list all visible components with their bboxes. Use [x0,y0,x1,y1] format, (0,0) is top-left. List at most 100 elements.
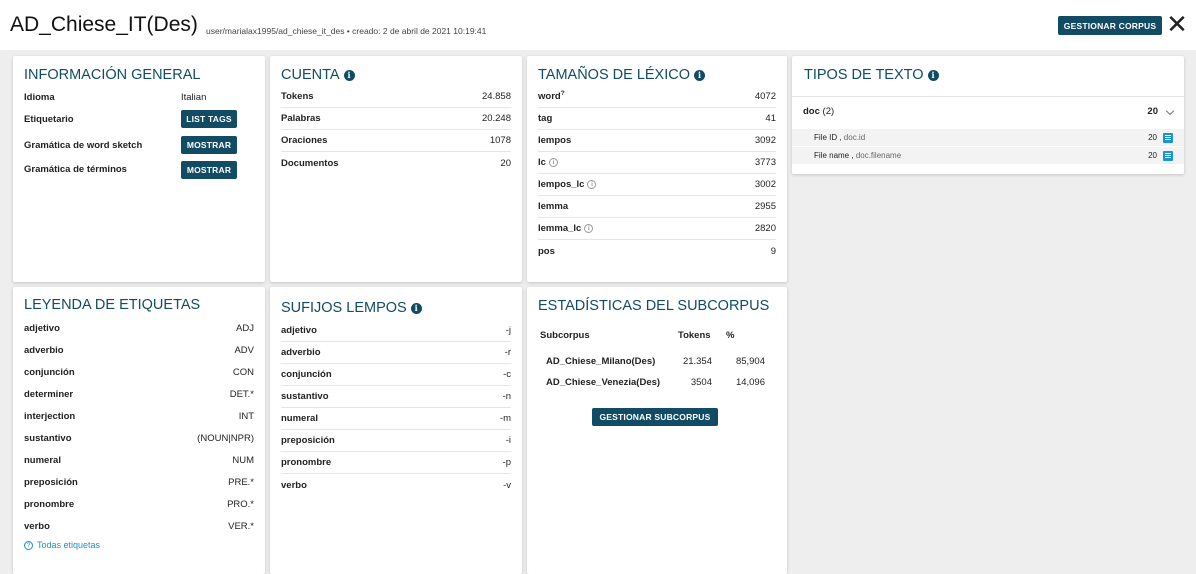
suffix-row: numeral -m [281,408,511,430]
tags-legend-card: LEYENDA DE ETIQUETAS adjetivo ADJ adverbi… [13,287,265,574]
info-icon[interactable]: i [343,69,355,81]
lexicon-value: 2955 [754,201,776,212]
subcorpus-row[interactable]: AD_Chiese_Milano(Des) 21.354 85,904 [540,351,780,371]
attr-row-file-name[interactable]: File name , doc.filename 20 [792,147,1184,164]
tag-label: preposición [24,476,78,488]
document-list-icon[interactable] [1163,150,1173,161]
lexicon-label: lc i [538,157,558,168]
lexicon-row: pos 9 [538,240,776,262]
show-terms-grammar-button[interactable]: MOSTRAR [181,161,237,179]
info-row-language: Idioma Italian [24,86,254,108]
tag-value: INT [238,410,254,422]
subcorpus-percent: 85,904 [735,355,765,367]
list-tags-button[interactable]: LIST TAGS [181,110,237,128]
subcorpus-row[interactable]: AD_Chiese_Venezia(Des) 3504 14,096 [540,372,780,392]
suffix-label: sustantivo [281,391,329,402]
lexicon-sizes-card: TAMAÑOS DE LÉXICO i word? 4072 tag 41 le… [527,56,787,282]
tag-value: (NOUN|NPR) [197,432,254,444]
suffix-value: -p [502,457,511,468]
lexicon-value: 9 [770,245,776,257]
subcorpus-stats-card: ESTADÍSTICAS DEL SUBCORPUS Subcorpus Tok… [527,287,787,574]
all-tags-link[interactable]: ? Todas etiquetas [24,540,100,550]
suffix-label: verbo [281,479,307,491]
count-row: Documentos 20 [281,152,511,174]
lexicon-value: 2820 [754,223,776,234]
subcorpus-header-row: Subcorpus Tokens % [540,325,780,345]
subcorpus-tokens: 21.354 [682,355,712,367]
suffix-row: sustantivo -n [281,386,511,408]
document-list-icon[interactable] [1163,132,1173,143]
lexicon-row: lempos_lc i 3002 [538,174,776,196]
count-card: CUENTA i Tokens 24.858 Palabras 20.248 O… [270,56,522,282]
general-info-card: INFORMACIÓN GENERAL Idioma Italian Etiqu… [13,56,265,282]
help-sup[interactable]: ? [561,90,565,97]
tag-label: adjetivo [24,322,60,334]
subcorpus-name: AD_Chiese_Milano(Des) [546,355,656,367]
top-bar: AD_Chiese_IT(Des) user/marialax1995/ad_c… [0,0,1196,50]
lexicon-title-text: TAMAÑOS DE LÉXICO [538,67,691,83]
count-title: CUENTA i [281,67,355,83]
tag-row: adverbio ADV [24,339,254,361]
suffix-label: conjunción [281,369,332,380]
attr-value: 20 [1148,150,1173,161]
tag-value: ADV [234,344,254,356]
suffix-row: preposición -i [281,430,511,452]
count-label: Tokens [281,91,314,102]
tag-label: sustantivo [24,432,72,444]
tag-value: NUM [232,454,254,466]
info-outline-icon[interactable]: i [548,157,558,167]
doc-structure-row[interactable]: doc (2) 20 [792,96,1184,126]
lexicon-row: lemma_lc i 2820 [538,218,776,240]
info-outline-icon[interactable]: i [587,179,597,189]
all-tags-link-text[interactable]: Todas etiquetas [37,540,100,550]
lempos-suffixes-card: SUFIJOS LEMPOS i adjetivo -j adverbio -r c… [270,287,522,574]
suffix-value: -r [504,347,511,358]
tag-label: interjection [24,410,76,422]
count-label: Oraciones [281,135,328,146]
help-icon: ? [24,540,33,550]
tag-row: adjetivo ADJ [24,317,254,339]
info-label: Etiquetario [24,113,74,125]
corpus-title: AD_Chiese_IT(Des) [10,13,198,36]
count-title-text: CUENTA [281,67,340,83]
count-value: 24.858 [481,91,511,102]
suffix-row: adverbio -r [281,342,511,364]
info-outline-icon[interactable]: i [584,223,594,233]
close-icon[interactable]: ✕ [1165,11,1189,37]
count-row: Palabras 20.248 [281,108,511,130]
tag-label: adverbio [24,344,64,356]
lexicon-value: 3092 [754,135,776,146]
attr-row-file-id[interactable]: File ID , doc.id 20 [792,129,1184,146]
subcorpus-name: AD_Chiese_Venezia(Des) [546,376,661,388]
tag-value: PRE.* [228,476,254,488]
info-icon[interactable]: i [694,69,706,81]
subcorpus-percent: 14,096 [735,376,765,388]
suffix-label: pronombre [281,457,332,468]
count-row: Oraciones 1078 [281,130,511,152]
manage-corpus-button[interactable]: GESTIONAR CORPUS [1058,16,1162,35]
manage-subcorpus-button[interactable]: GESTIONAR SUBCORPUS [592,408,718,426]
tag-label: verbo [24,520,50,532]
tag-row: numeral NUM [24,449,254,471]
info-icon[interactable]: i [927,69,939,81]
lexicon-row: word? 4072 [538,86,776,108]
suffix-label: preposición [281,435,335,446]
suffixes-title: SUFIJOS LEMPOS i [281,300,422,316]
suffix-row: verbo -v [281,474,511,496]
lexicon-label: tag [538,113,553,124]
lexicon-row: tag 41 [538,108,776,130]
suffix-value: -n [502,391,511,402]
lexicon-value: 3773 [754,157,776,168]
lexicon-title: TAMAÑOS DE LÉXICO i [538,67,706,83]
chevron-down-icon[interactable] [1165,106,1175,116]
info-label: Gramática de word sketch [24,139,143,151]
doc-structure-label: doc (2) [803,106,835,117]
tag-row: sustantivo (NOUN|NPR) [24,427,254,449]
tag-row: determiner DET.* [24,383,254,405]
show-wsketch-grammar-button[interactable]: MOSTRAR [181,136,237,154]
tag-row: pronombre PRO.* [24,493,254,515]
info-icon[interactable]: i [410,302,422,314]
suffix-label: adjetivo [281,325,317,336]
text-types-card: TIPOS DE TEXTO i doc (2) 20 File ID , do… [792,56,1184,174]
tag-row: conjunción CON [24,361,254,383]
